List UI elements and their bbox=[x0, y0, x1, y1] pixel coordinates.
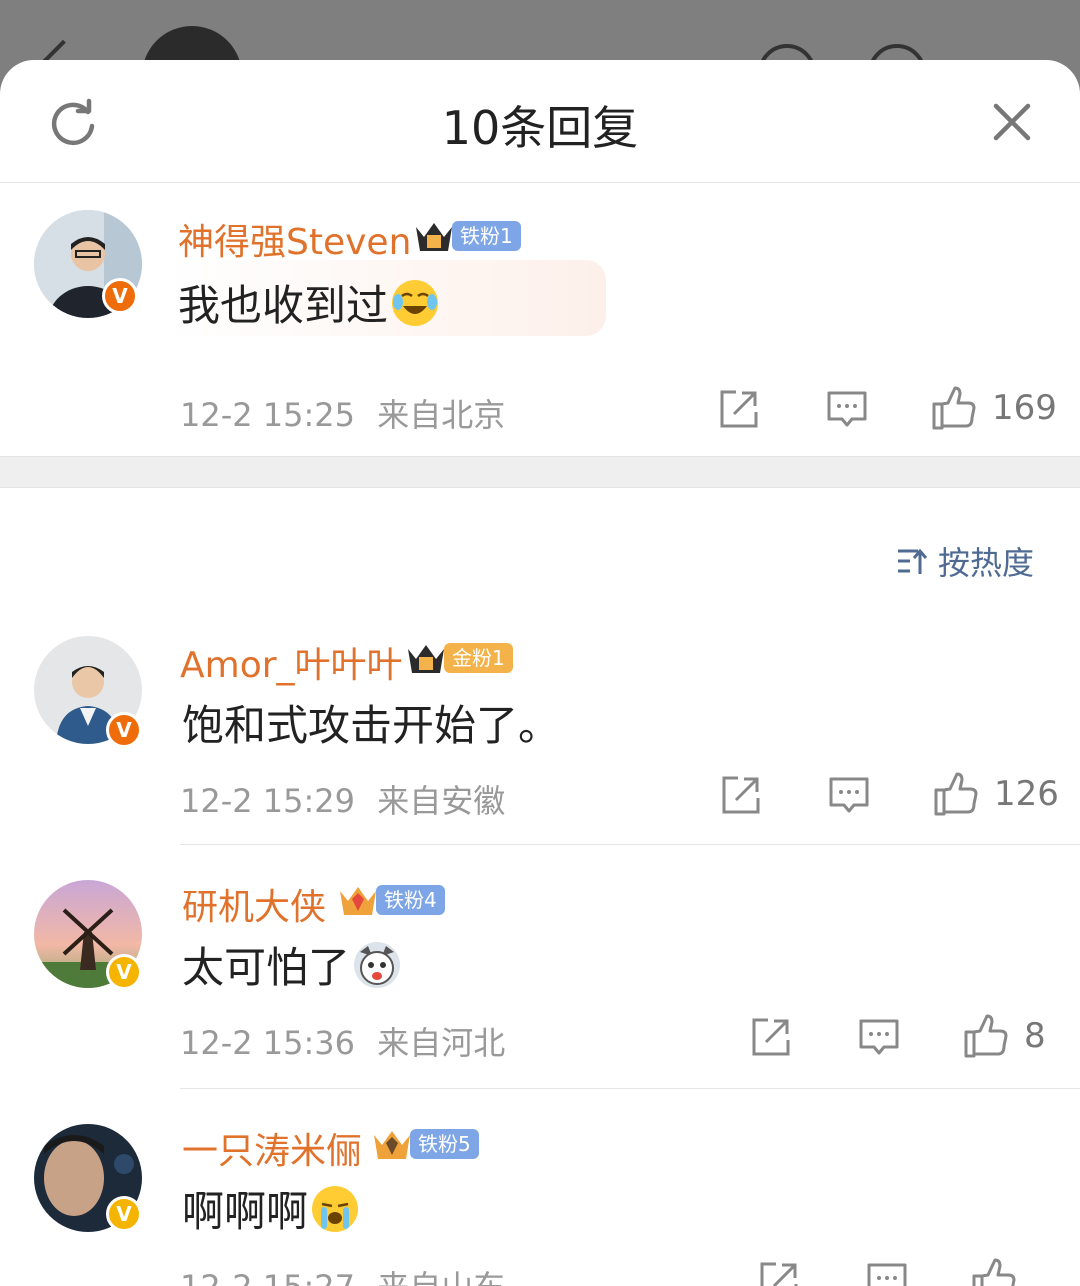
verified-badge: V bbox=[102, 278, 138, 314]
timestamp: 12-2 15:25 bbox=[180, 396, 356, 434]
comment-icon[interactable] bbox=[826, 388, 868, 430]
timestamp: 12-2 15:29 bbox=[180, 782, 356, 820]
share-icon[interactable] bbox=[750, 1016, 792, 1058]
verified-badge: V bbox=[106, 1196, 142, 1232]
fan-badge: 铁粉1 bbox=[412, 218, 521, 254]
comment-icon[interactable] bbox=[866, 1260, 908, 1286]
location: 来自北京 bbox=[377, 396, 506, 434]
comment-username[interactable]: 一只涛米俪 bbox=[182, 1122, 362, 1174]
sheet-title: 10条回复 bbox=[441, 101, 639, 155]
sort-label: 按热度 bbox=[938, 544, 1035, 582]
comment-meta: 12-2 15:25 来自北京 bbox=[180, 390, 505, 436]
share-icon[interactable] bbox=[720, 774, 762, 816]
location: 来自山东 bbox=[377, 1268, 505, 1286]
comment-username[interactable]: 神得强Steven bbox=[178, 213, 411, 265]
sort-by-hot-button[interactable]: 按热度 bbox=[896, 538, 1034, 584]
fan-level-label: 铁粉1 bbox=[452, 221, 521, 251]
comment-text: 啊啊啊 bbox=[182, 1178, 359, 1239]
like-icon[interactable] bbox=[970, 1258, 1016, 1286]
crying-emoji-icon bbox=[312, 1186, 359, 1232]
like-count: 8 bbox=[1024, 1016, 1046, 1056]
comment-text: 饱和式攻击开始了。 bbox=[182, 701, 561, 750]
comment-text: 太可怕了 bbox=[182, 934, 401, 995]
verified-badge: V bbox=[106, 712, 142, 748]
like-count: 169 bbox=[992, 388, 1057, 428]
fan-level-label: 铁粉5 bbox=[410, 1129, 479, 1159]
timestamp: 12-2 15:36 bbox=[180, 1024, 356, 1062]
close-icon[interactable] bbox=[988, 98, 1036, 146]
comment-meta: 12-2 15:36 来自河北 bbox=[180, 1018, 505, 1064]
husky-emoji-icon bbox=[354, 942, 401, 988]
comment-icon[interactable] bbox=[828, 774, 870, 816]
location: 来自河北 bbox=[377, 1024, 506, 1062]
fan-badge: 铁粉4 bbox=[336, 882, 445, 918]
comment-icon[interactable] bbox=[858, 1016, 900, 1058]
comment-meta: 12-2 15:27 来自山东 bbox=[180, 1262, 505, 1286]
location: 来自安徽 bbox=[377, 782, 506, 820]
share-icon[interactable] bbox=[758, 1260, 800, 1286]
laugh-cry-emoji-icon bbox=[392, 280, 439, 326]
section-divider bbox=[0, 456, 1080, 488]
comment-username[interactable]: 研机大侠 bbox=[182, 878, 326, 930]
fan-badge: 铁粉5 bbox=[370, 1126, 479, 1162]
share-icon[interactable] bbox=[718, 388, 760, 430]
sheet-header: 10条回复 bbox=[0, 60, 1080, 183]
like-icon[interactable] bbox=[962, 1014, 1008, 1058]
fan-level-label: 金粉1 bbox=[444, 643, 513, 673]
row-divider bbox=[180, 844, 1080, 845]
crown-icon bbox=[340, 887, 376, 915]
comment-meta: 12-2 15:29 来自安徽 bbox=[180, 776, 505, 822]
comment-username[interactable]: Amor_叶叶叶 bbox=[180, 636, 403, 688]
like-icon[interactable] bbox=[930, 386, 976, 430]
like-count: 126 bbox=[994, 774, 1059, 814]
fan-badge: 金粉1 bbox=[404, 640, 513, 676]
crown-icon bbox=[416, 223, 452, 251]
sort-icon bbox=[898, 548, 928, 574]
timestamp: 12-2 15:27 bbox=[180, 1268, 355, 1286]
like-icon[interactable] bbox=[932, 772, 978, 816]
crown-icon bbox=[408, 645, 444, 673]
replies-sheet: 10条回复 V 神得强Steven 铁粉1 我也收到过 12-2 15:25 来… bbox=[0, 60, 1080, 1286]
verified-badge: V bbox=[106, 954, 142, 990]
comment-text: 我也收到过 bbox=[178, 272, 439, 333]
row-divider bbox=[180, 1088, 1080, 1089]
crown-icon bbox=[374, 1131, 410, 1159]
fan-level-label: 铁粉4 bbox=[376, 885, 445, 915]
